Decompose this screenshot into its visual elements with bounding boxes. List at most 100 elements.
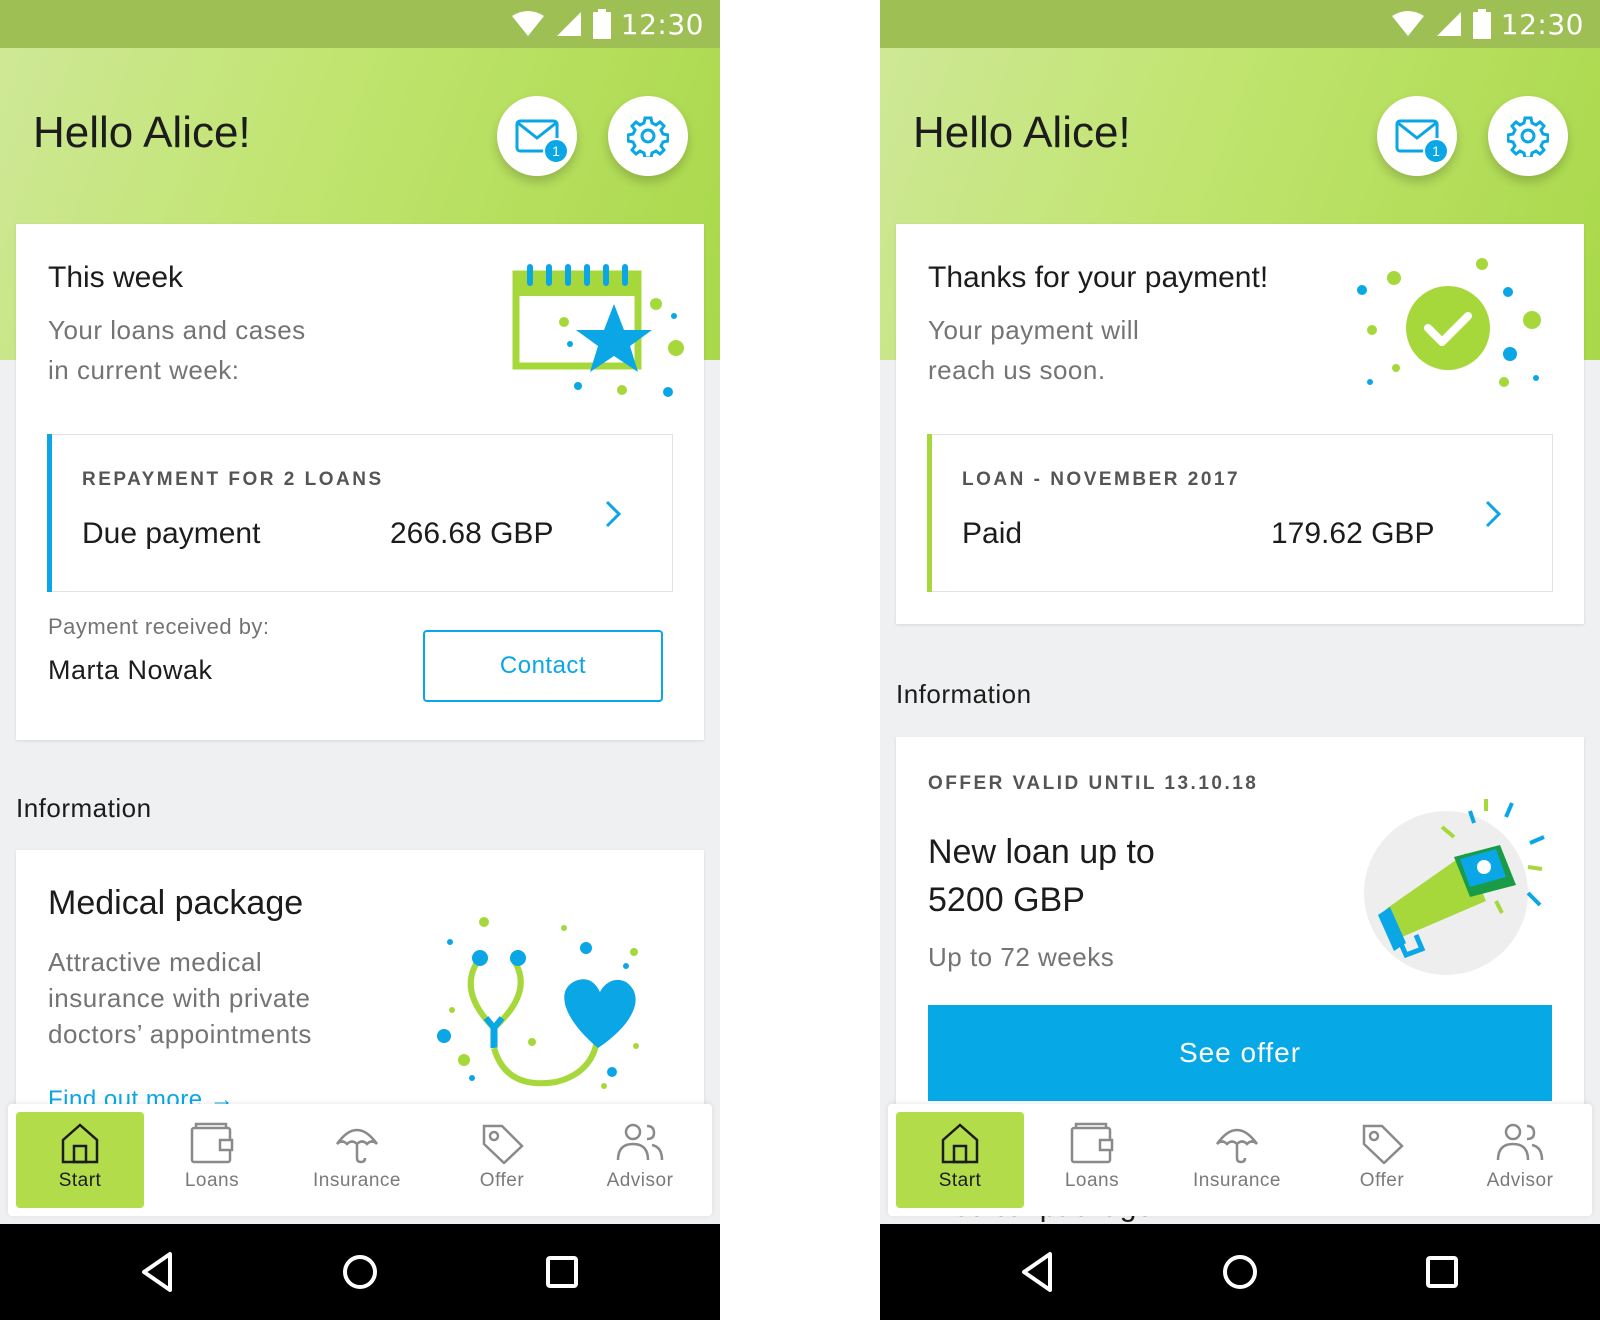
- bottom-tab-bar: Start Loans Insurance Offer Advisor: [8, 1104, 712, 1216]
- back-icon[interactable]: [136, 1248, 184, 1296]
- card-subtitle-line1: Your loans and cases: [48, 315, 306, 345]
- tab-insurance[interactable]: Insurance: [1173, 1112, 1301, 1208]
- contact-button[interactable]: Contact: [423, 630, 663, 702]
- tab-advisor[interactable]: Advisor: [1456, 1112, 1584, 1208]
- row-accent-stripe: [47, 434, 52, 592]
- recents-icon[interactable]: [1418, 1248, 1466, 1296]
- status-bar: 12:30: [880, 0, 1600, 48]
- tag-icon: [1362, 1124, 1404, 1164]
- tab-label: Offer: [479, 1170, 525, 1191]
- messages-button[interactable]: 1: [1377, 96, 1457, 176]
- paid-loan-row[interactable]: LOAN - NOVEMBER 2017 Paid 179.62 GBP: [927, 434, 1553, 592]
- tab-label: Advisor: [606, 1170, 674, 1191]
- offer-title-line1: New loan up to: [928, 833, 1155, 871]
- signal-icon: [1436, 12, 1461, 36]
- people-icon: [616, 1123, 664, 1161]
- battery-icon: [592, 9, 611, 39]
- mail-badge: 1: [1423, 138, 1449, 164]
- status-icons: 12:30: [511, 6, 704, 42]
- greeting: Hello Alice!: [33, 108, 251, 157]
- status-bar: 12:30: [0, 0, 720, 48]
- payment-received-label: Payment received by:: [48, 614, 270, 639]
- wifi-icon: [511, 11, 544, 36]
- checkmark-illustration: [1357, 258, 1541, 387]
- tab-loans[interactable]: Loans: [1028, 1112, 1156, 1208]
- paid-label: Paid: [962, 517, 1023, 550]
- tab-label: Loans: [184, 1170, 240, 1191]
- medical-line3: doctors’ appointments: [48, 1019, 312, 1049]
- mail-badge: 1: [543, 138, 569, 164]
- umbrella-icon: [1215, 1128, 1259, 1164]
- tag-icon: [482, 1124, 524, 1164]
- card-subtitle-line1: Your payment will: [928, 315, 1140, 345]
- messages-button[interactable]: 1: [497, 96, 577, 176]
- tab-offer[interactable]: Offer: [438, 1112, 566, 1208]
- home-circle-icon[interactable]: [336, 1248, 384, 1296]
- bottom-tab-bar: Start Loans Insurance Offer Advisor: [888, 1104, 1592, 1216]
- information-heading: Information: [896, 679, 1032, 709]
- card-subtitle-line2: in current week:: [48, 355, 240, 385]
- tab-label: Insurance: [1193, 1170, 1281, 1191]
- repayment-row[interactable]: REPAYMENT FOR 2 LOANS Due payment 266.68…: [47, 434, 673, 592]
- battery-icon: [1472, 9, 1491, 39]
- medical-title: Medical package: [48, 884, 304, 922]
- this-week-card: This week Your loans and cases in curren…: [16, 224, 704, 740]
- loan-kicker: LOAN - NOVEMBER 2017: [962, 469, 1241, 490]
- home-circle-icon[interactable]: [1216, 1248, 1264, 1296]
- wifi-icon: [1391, 11, 1424, 36]
- tab-label: Offer: [1359, 1170, 1405, 1191]
- tab-insurance[interactable]: Insurance: [293, 1112, 421, 1208]
- status-icons: 12:30: [1391, 6, 1584, 42]
- tab-label: Advisor: [1486, 1170, 1554, 1191]
- tab-label: Loans: [1064, 1170, 1120, 1191]
- tab-offer[interactable]: Offer: [1318, 1112, 1446, 1208]
- tab-start[interactable]: Start: [896, 1112, 1024, 1208]
- tab-start[interactable]: Start: [16, 1112, 144, 1208]
- chevron-right-icon: [1485, 500, 1502, 528]
- loan-offer-card: OFFER VALID UNTIL 13.10.18 New loan up t…: [896, 737, 1584, 1150]
- settings-button[interactable]: [608, 96, 688, 176]
- paid-amount: 179.62 GBP: [1271, 517, 1435, 550]
- tab-loans[interactable]: Loans: [148, 1112, 276, 1208]
- status-time: 12:30: [1500, 7, 1584, 41]
- stethoscope-heart-illustration: [437, 917, 639, 1089]
- megaphone-illustration: [1364, 799, 1545, 975]
- medical-line1: Attractive medical: [48, 947, 263, 977]
- settings-button[interactable]: [1488, 96, 1568, 176]
- gear-icon: [627, 116, 669, 157]
- calendar-star-illustration: [512, 264, 684, 397]
- wallet-icon: [190, 1122, 234, 1164]
- greeting: Hello Alice!: [913, 108, 1131, 157]
- offer-validity: OFFER VALID UNTIL 13.10.18: [928, 773, 1259, 794]
- gear-icon: [1507, 116, 1549, 157]
- offer-subtitle: Up to 72 weeks: [928, 942, 1115, 972]
- due-payment-label: Due payment: [82, 517, 261, 550]
- status-time: 12:30: [620, 7, 704, 41]
- people-icon: [1496, 1123, 1544, 1161]
- android-nav-bar: [880, 1224, 1600, 1320]
- recents-icon[interactable]: [538, 1248, 586, 1296]
- phone-screen-right: 12:30 Hello Alice! 1 Thanks for your pay…: [880, 0, 1600, 1320]
- wallet-icon: [1070, 1122, 1114, 1164]
- due-payment-amount: 266.68 GBP: [390, 517, 554, 550]
- android-nav-bar: [0, 1224, 720, 1320]
- payment-confirmation-card: Thanks for your payment! Your payment wi…: [896, 224, 1584, 624]
- offer-title-line2: 5200 GBP: [928, 881, 1085, 919]
- medical-line2: insurance with private: [48, 983, 311, 1013]
- tab-label: Start: [58, 1170, 102, 1191]
- tab-advisor[interactable]: Advisor: [576, 1112, 704, 1208]
- row-accent-stripe: [927, 434, 932, 592]
- card-title: Thanks for your payment!: [928, 261, 1269, 294]
- home-icon: [941, 1123, 979, 1164]
- tab-label: Insurance: [313, 1170, 401, 1191]
- repayment-kicker: REPAYMENT FOR 2 LOANS: [82, 469, 384, 490]
- card-subtitle-line2: reach us soon.: [928, 355, 1106, 385]
- see-offer-button[interactable]: See offer: [928, 1005, 1552, 1101]
- information-heading: Information: [16, 793, 152, 823]
- tab-label: Start: [938, 1170, 982, 1191]
- advisor-name: Marta Nowak: [48, 655, 213, 685]
- back-icon[interactable]: [1016, 1248, 1064, 1296]
- card-title: This week: [48, 261, 184, 294]
- umbrella-icon: [335, 1128, 379, 1164]
- phone-screen-left: 12:30 Hello Alice! 1 This week Your loan…: [0, 0, 720, 1320]
